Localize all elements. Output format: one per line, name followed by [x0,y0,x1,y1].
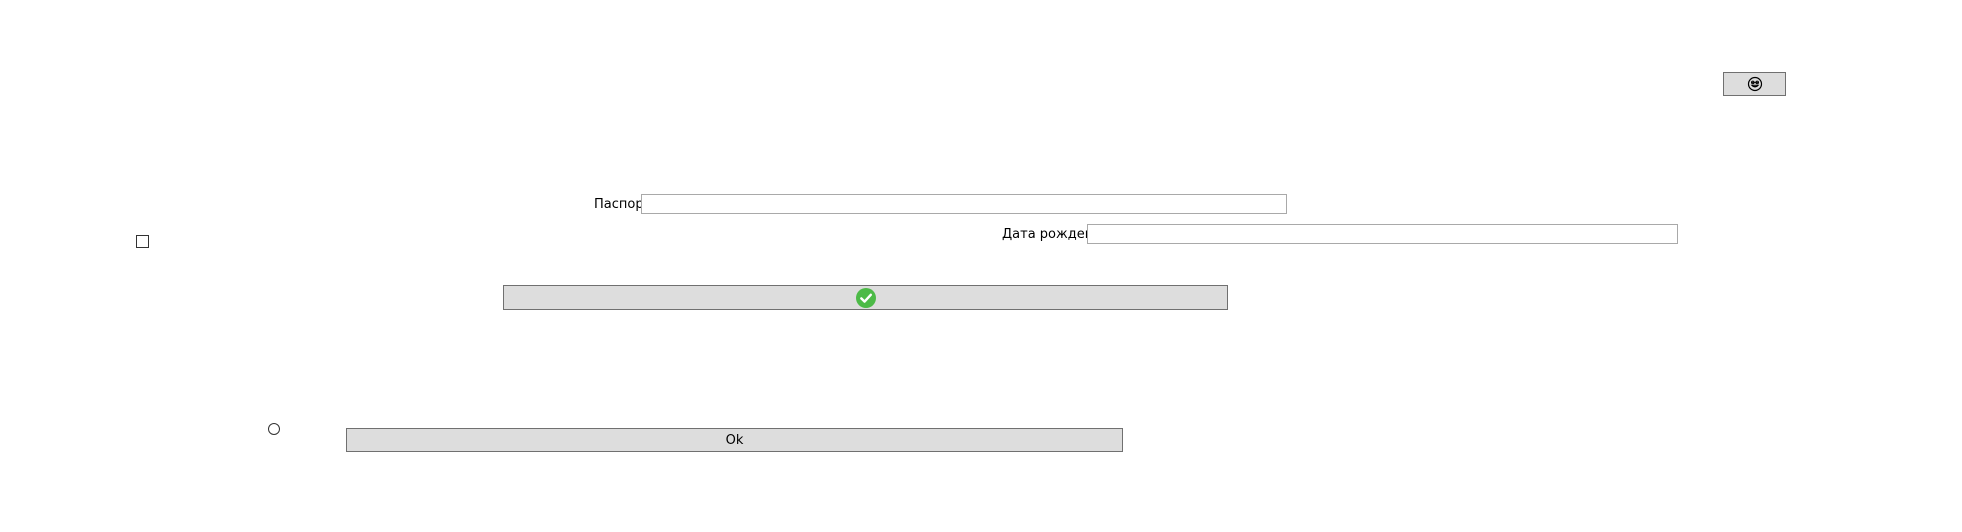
birth-date-input[interactable] [1087,224,1678,244]
ok-button-label: Ok [725,432,744,448]
emoji-button[interactable] [1723,72,1786,96]
check-circle-icon [855,287,876,308]
smiley-face-icon [1747,76,1763,92]
passport-input[interactable] [641,194,1287,214]
ok-button[interactable]: Ok [346,428,1123,452]
confirm-button[interactable] [503,285,1228,310]
checkbox[interactable] [136,235,149,248]
radio-button[interactable] [268,423,280,435]
